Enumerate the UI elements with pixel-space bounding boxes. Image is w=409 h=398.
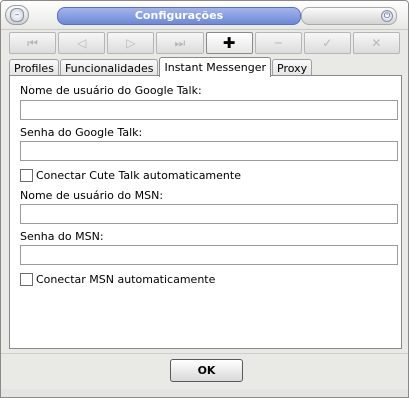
skip-forward-icon: ⏭ xyxy=(174,35,186,50)
back-icon: ◁ xyxy=(77,36,87,50)
close-icon[interactable]: ⏻ xyxy=(381,10,393,22)
ok-button[interactable]: OK xyxy=(170,359,243,382)
remove-button[interactable]: ─ xyxy=(254,32,302,54)
msn-username-input[interactable] xyxy=(20,204,398,224)
confirm-button[interactable]: ✓ xyxy=(303,32,351,54)
settings-window: – Configurações ⏻ ⏮ ◁ ▷ ⏭ ✚ ─ ✓ ✕ Profil… xyxy=(0,0,409,398)
msn-password-label: Senha do MSN: xyxy=(20,230,104,243)
minimize-button[interactable]: – xyxy=(5,5,29,25)
gtalk-username-label: Nome de usuário do Google Talk: xyxy=(20,84,202,97)
skip-forward-button[interactable]: ⏭ xyxy=(156,32,204,54)
title-right-area: ⏻ xyxy=(301,7,397,25)
msn-auto-connect-label: Conectar MSN automaticamente xyxy=(36,273,216,286)
cancel-button[interactable]: ✕ xyxy=(352,32,400,54)
gtalk-username-input[interactable] xyxy=(20,100,398,120)
title-bar: – Configurações ⏻ xyxy=(1,1,408,30)
msn-username-label: Nome de usuário do MSN: xyxy=(20,189,164,202)
msn-password-input[interactable] xyxy=(20,245,398,265)
add-icon: ✚ xyxy=(222,34,236,52)
tab-panel-instant-messenger: Nome de usuário do Google Talk: Senha do… xyxy=(9,75,402,349)
tab-bar: Profiles Funcionalidades Instant Messeng… xyxy=(9,57,313,77)
footer-divider xyxy=(1,353,408,354)
skip-back-icon: ⏮ xyxy=(27,35,38,50)
skip-back-button[interactable]: ⏮ xyxy=(9,32,57,54)
toolbar: ⏮ ◁ ▷ ⏭ ✚ ─ ✓ ✕ xyxy=(9,32,400,54)
gtalk-auto-connect-label: Conectar Cute Talk automaticamente xyxy=(36,169,241,182)
check-icon: ✓ xyxy=(322,36,333,50)
play-icon: ▷ xyxy=(126,36,136,50)
window-title: Configurações xyxy=(57,7,301,25)
add-button[interactable]: ✚ xyxy=(205,32,253,54)
minimize-icon: – xyxy=(10,8,24,22)
gtalk-auto-connect[interactable]: Conectar Cute Talk automaticamente xyxy=(20,169,241,182)
play-button[interactable]: ▷ xyxy=(107,32,155,54)
gtalk-auto-connect-checkbox[interactable] xyxy=(20,169,33,182)
msn-auto-connect[interactable]: Conectar MSN automaticamente xyxy=(20,273,215,286)
back-button[interactable]: ◁ xyxy=(58,32,106,54)
tab-instant-messenger[interactable]: Instant Messenger xyxy=(159,57,271,77)
status-bar xyxy=(1,389,408,397)
gtalk-password-label: Senha do Google Talk: xyxy=(20,126,143,139)
gtalk-password-input[interactable] xyxy=(20,141,398,161)
cancel-icon: ✕ xyxy=(371,36,382,50)
remove-icon: ─ xyxy=(274,36,282,50)
msn-auto-connect-checkbox[interactable] xyxy=(20,273,33,286)
